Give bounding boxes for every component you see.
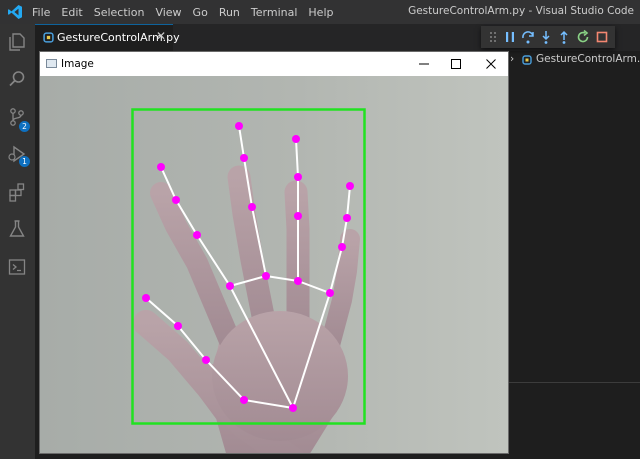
pause-icon[interactable] (502, 29, 518, 45)
landmark-thumb-cmc (240, 396, 248, 404)
menu-selection[interactable]: Selection (94, 6, 145, 19)
restart-icon[interactable] (575, 29, 591, 45)
extensions-icon[interactable] (7, 182, 27, 202)
landmark-middle-mcp (262, 272, 270, 280)
landmark-ring-dip (294, 173, 302, 181)
source-control-badge: 2 (19, 121, 30, 132)
grip-icon[interactable] (485, 29, 501, 45)
landmark-pinky-dip (343, 214, 351, 222)
menu-view[interactable]: View (155, 6, 181, 19)
landmark-thumb-ip (174, 322, 182, 330)
breadcrumb-file[interactable]: GestureControlArm.py (536, 53, 640, 65)
landmark-index-dip (172, 196, 180, 204)
landmark-pinky-mcp (326, 289, 334, 297)
stop-icon[interactable] (594, 29, 610, 45)
breadcrumb-separator: › (510, 53, 515, 65)
landmark-thumb-mcp (202, 356, 210, 364)
landmark-index-mcp (226, 282, 234, 290)
tab-gesture-control-arm[interactable]: GestureControlArm.py ✕ (35, 24, 180, 51)
maximize-icon[interactable] (447, 55, 465, 73)
menu-run[interactable]: Run (219, 6, 240, 19)
landmark-middle-dip (240, 154, 248, 162)
activity-bar: 2 1 (0, 24, 35, 459)
close-icon[interactable] (482, 55, 500, 73)
landmark-ring-pip (294, 212, 302, 220)
step-over-icon[interactable] (520, 29, 536, 45)
remote-explorer-icon[interactable] (7, 257, 27, 277)
landmark-pinky-pip (338, 243, 346, 251)
menu-help[interactable]: Help (308, 6, 333, 19)
landmark-ring-mcp (294, 277, 302, 285)
landmark-ring-tip (292, 135, 300, 143)
step-into-icon[interactable] (538, 29, 554, 45)
landmark-index-pip (193, 231, 201, 239)
landmark-middle-tip (235, 122, 243, 130)
testing-icon[interactable] (7, 219, 27, 239)
image-window-title: Image (61, 58, 94, 70)
image-window[interactable]: Image (40, 52, 508, 453)
landmark-thumb-tip (142, 294, 150, 302)
tab-close-icon[interactable]: ✕ (156, 29, 166, 43)
camera-frame (40, 76, 508, 453)
step-out-icon[interactable] (556, 29, 572, 45)
menu-edit[interactable]: Edit (61, 6, 82, 19)
minimize-icon[interactable] (415, 55, 433, 73)
window-app-icon (46, 59, 57, 68)
landmark-wrist (289, 404, 297, 412)
panel-divider (508, 382, 640, 383)
vscode-logo-icon[interactable] (7, 4, 23, 20)
menu-bar: File Edit Selection View Go Run Terminal… (32, 0, 344, 24)
menu-go[interactable]: Go (193, 6, 208, 19)
python-file-icon (522, 55, 532, 65)
search-icon[interactable] (7, 69, 27, 89)
landmark-index-tip (157, 163, 165, 171)
title-bar: File Edit Selection View Go Run Terminal… (0, 0, 640, 24)
window-title: GestureControlArm.py - Visual Studio Cod… (408, 5, 634, 17)
menu-terminal[interactable]: Terminal (251, 6, 298, 19)
debug-toolbar (481, 26, 615, 48)
landmark-pinky-tip (346, 182, 354, 190)
run-debug-badge: 1 (19, 156, 30, 167)
menu-file[interactable]: File (32, 6, 50, 19)
image-window-titlebar[interactable]: Image (40, 52, 508, 76)
python-file-icon (43, 32, 54, 43)
landmark-middle-pip (248, 203, 256, 211)
hand-tracking-image (40, 76, 508, 453)
explorer-icon[interactable] (7, 32, 27, 52)
